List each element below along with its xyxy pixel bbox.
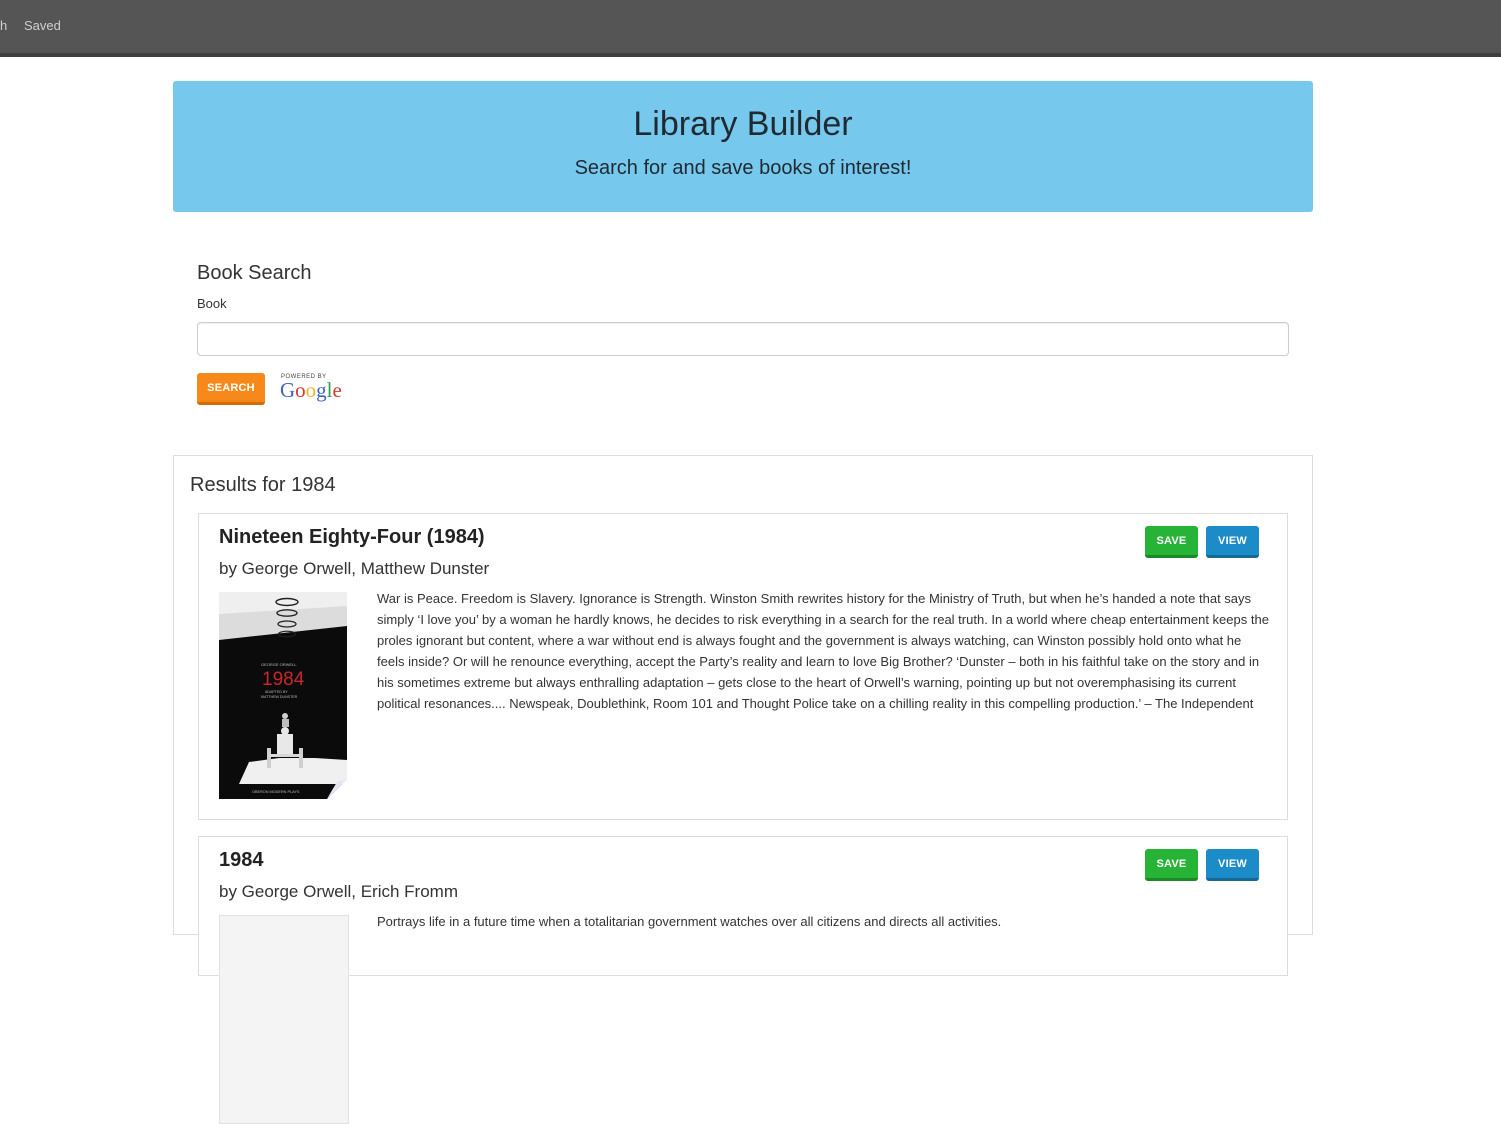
nav-saved-link[interactable]: Saved [24, 18, 61, 33]
page-title: Library Builder [633, 105, 853, 143]
book-description: War is Peace. Freedom is Slavery. Ignora… [377, 591, 1269, 711]
cover-adapted-text: ADAPTED BY [265, 690, 288, 694]
search-card-title: Book Search [197, 262, 312, 284]
book-description: Portrays life in a future time when a to… [377, 914, 1002, 929]
book-title: Nineteen Eighty-Four (1984) [219, 526, 485, 548]
book-cover-art: GEORGE ORWELL 1984 ADAPTED BY MATTHEW DU… [219, 592, 347, 799]
book-search-input[interactable] [197, 322, 1289, 356]
cover-author-text: GEORGE ORWELL [261, 662, 297, 667]
view-button[interactable]: View [1206, 849, 1259, 881]
book-authors: by George Orwell, Matthew Dunster [219, 559, 490, 578]
cover-title-text: 1984 [262, 669, 305, 690]
header-jumbotron: Library Builder Search for and save book… [173, 81, 1313, 212]
cover-adapter-text: MATTHEW DUNSTER [261, 695, 298, 699]
powered-by-google-logo: POWERED BY Google [280, 374, 351, 406]
cover-publisher-text: OBERON MODERN PLAYS [252, 790, 300, 794]
save-button[interactable]: Save [1145, 526, 1198, 558]
book-title: 1984 [219, 849, 264, 871]
top-navbar: h Saved [0, 0, 1501, 57]
view-button[interactable]: View [1206, 526, 1259, 558]
book-cover-image: GEORGE ORWELL 1984 ADAPTED BY MATTHEW DU… [219, 592, 347, 799]
book-result-item: Nineteen Eighty-Four (1984) by George Or… [198, 513, 1288, 820]
book-field-label: Book [197, 296, 227, 311]
save-button[interactable]: Save [1145, 849, 1198, 881]
nav-search-link[interactable]: h [0, 18, 7, 33]
page-subtitle: Search for and save books of interest! [574, 157, 912, 179]
search-button[interactable]: Search [197, 373, 265, 405]
book-authors: by George Orwell, Erich Fromm [219, 882, 458, 901]
results-card: Results for 1984 Nineteen Eighty-Four (1… [173, 455, 1313, 1124]
book-result-item: 1984 by George Orwell, Erich Fromm Save … [198, 836, 1288, 1124]
book-cover-image [219, 915, 349, 1124]
google-wordmark: Google [280, 378, 342, 402]
results-title: Results for 1984 [190, 474, 336, 496]
book-search-card: Book Search Book Search POWERED BY Googl… [173, 240, 1313, 430]
